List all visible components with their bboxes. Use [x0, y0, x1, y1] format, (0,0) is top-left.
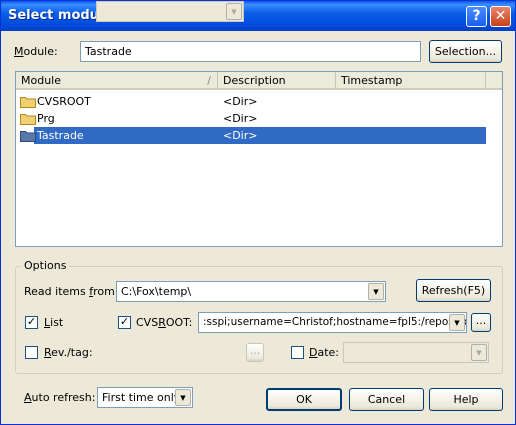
list-item[interactable]: CVSROOT <Dir> [16, 93, 486, 110]
chevron-down-icon[interactable]: ▼ [226, 3, 242, 20]
module-label: Module: [14, 45, 58, 58]
folder-icon [20, 114, 36, 125]
list-checkbox[interactable]: ✓ [25, 316, 38, 329]
auto-refresh-value: First time only [102, 391, 181, 404]
read-items-combo[interactable]: C:\Fox\temp\ ▼ [116, 281, 386, 302]
column-header-module[interactable]: Module / [16, 72, 218, 90]
cvsroot-checkbox[interactable]: ✓ [118, 316, 131, 329]
rev-tag-browse-button[interactable]: ... [246, 343, 264, 362]
module-input[interactable]: Tastrade [80, 41, 421, 62]
cvsroot-label: CVSROOT: [136, 316, 193, 329]
auto-refresh-combo[interactable]: First time only ▼ [97, 387, 193, 408]
sort-separator-icon: / [207, 74, 211, 87]
module-name: CVSROOT [37, 95, 91, 108]
list-header: Module / Description Timestamp [16, 72, 502, 90]
cvsroot-combo[interactable]: :sspi;username=Christof;hostname=fpl5:/r… [198, 312, 467, 333]
options-group-label: Options [21, 259, 70, 272]
select-module-dialog: Select module ? ✕ Module: Tastrade Selec… [0, 0, 516, 425]
folder-icon [20, 131, 36, 142]
selection-button[interactable]: Selection... [429, 40, 502, 63]
title-close-button[interactable]: ✕ [490, 6, 511, 27]
module-name: Prg [37, 112, 55, 125]
close-icon: ✕ [494, 8, 507, 24]
column-header-description[interactable]: Description [218, 72, 336, 90]
title-help-button[interactable]: ? [466, 6, 487, 27]
cancel-button[interactable]: Cancel [349, 388, 424, 411]
date-checkbox[interactable] [291, 346, 304, 359]
help-button[interactable]: Help [429, 388, 503, 411]
chevron-down-icon[interactable]: ▼ [471, 344, 487, 361]
module-description: <Dir> [223, 112, 258, 125]
module-description: <Dir> [223, 129, 258, 142]
folder-icon [20, 97, 36, 108]
rev-tag-label: Rev./tag: [44, 346, 93, 359]
date-label: Date: [309, 346, 340, 359]
read-items-value: C:\Fox\temp\ [121, 285, 192, 298]
module-name: Tastrade [37, 129, 84, 142]
title-bar[interactable]: Select module ? ✕ [1, 1, 515, 31]
column-header-timestamp[interactable]: Timestamp [336, 72, 486, 90]
list-item-selected[interactable]: Tastrade <Dir> [16, 127, 486, 144]
cvsroot-value: :sspi;username=Christof;hostname=fpl5:/r… [203, 316, 467, 328]
ok-button[interactable]: OK [266, 388, 342, 411]
date-combo[interactable]: ▼ [343, 342, 489, 363]
rev-tag-checkbox[interactable] [25, 346, 38, 359]
auto-refresh-label: Auto refresh: [24, 391, 96, 404]
chevron-down-icon[interactable]: ▼ [368, 283, 384, 300]
refresh-button[interactable]: Refresh(F5) [416, 279, 491, 302]
rev-tag-combo[interactable]: ▼ [96, 1, 244, 22]
list-item[interactable]: Prg <Dir> [16, 110, 486, 127]
list-checkbox-label: List [44, 316, 64, 329]
read-items-label: Read items from: [24, 285, 119, 298]
cvsroot-browse-button[interactable]: ... [471, 313, 491, 332]
module-list[interactable]: Module / Description Timestamp CVSROOT <… [15, 71, 503, 247]
question-icon: ? [472, 8, 481, 24]
column-header-filler [486, 72, 502, 90]
chevron-down-icon[interactable]: ▼ [449, 314, 465, 331]
module-description: <Dir> [223, 95, 258, 108]
chevron-down-icon[interactable]: ▼ [175, 389, 191, 406]
